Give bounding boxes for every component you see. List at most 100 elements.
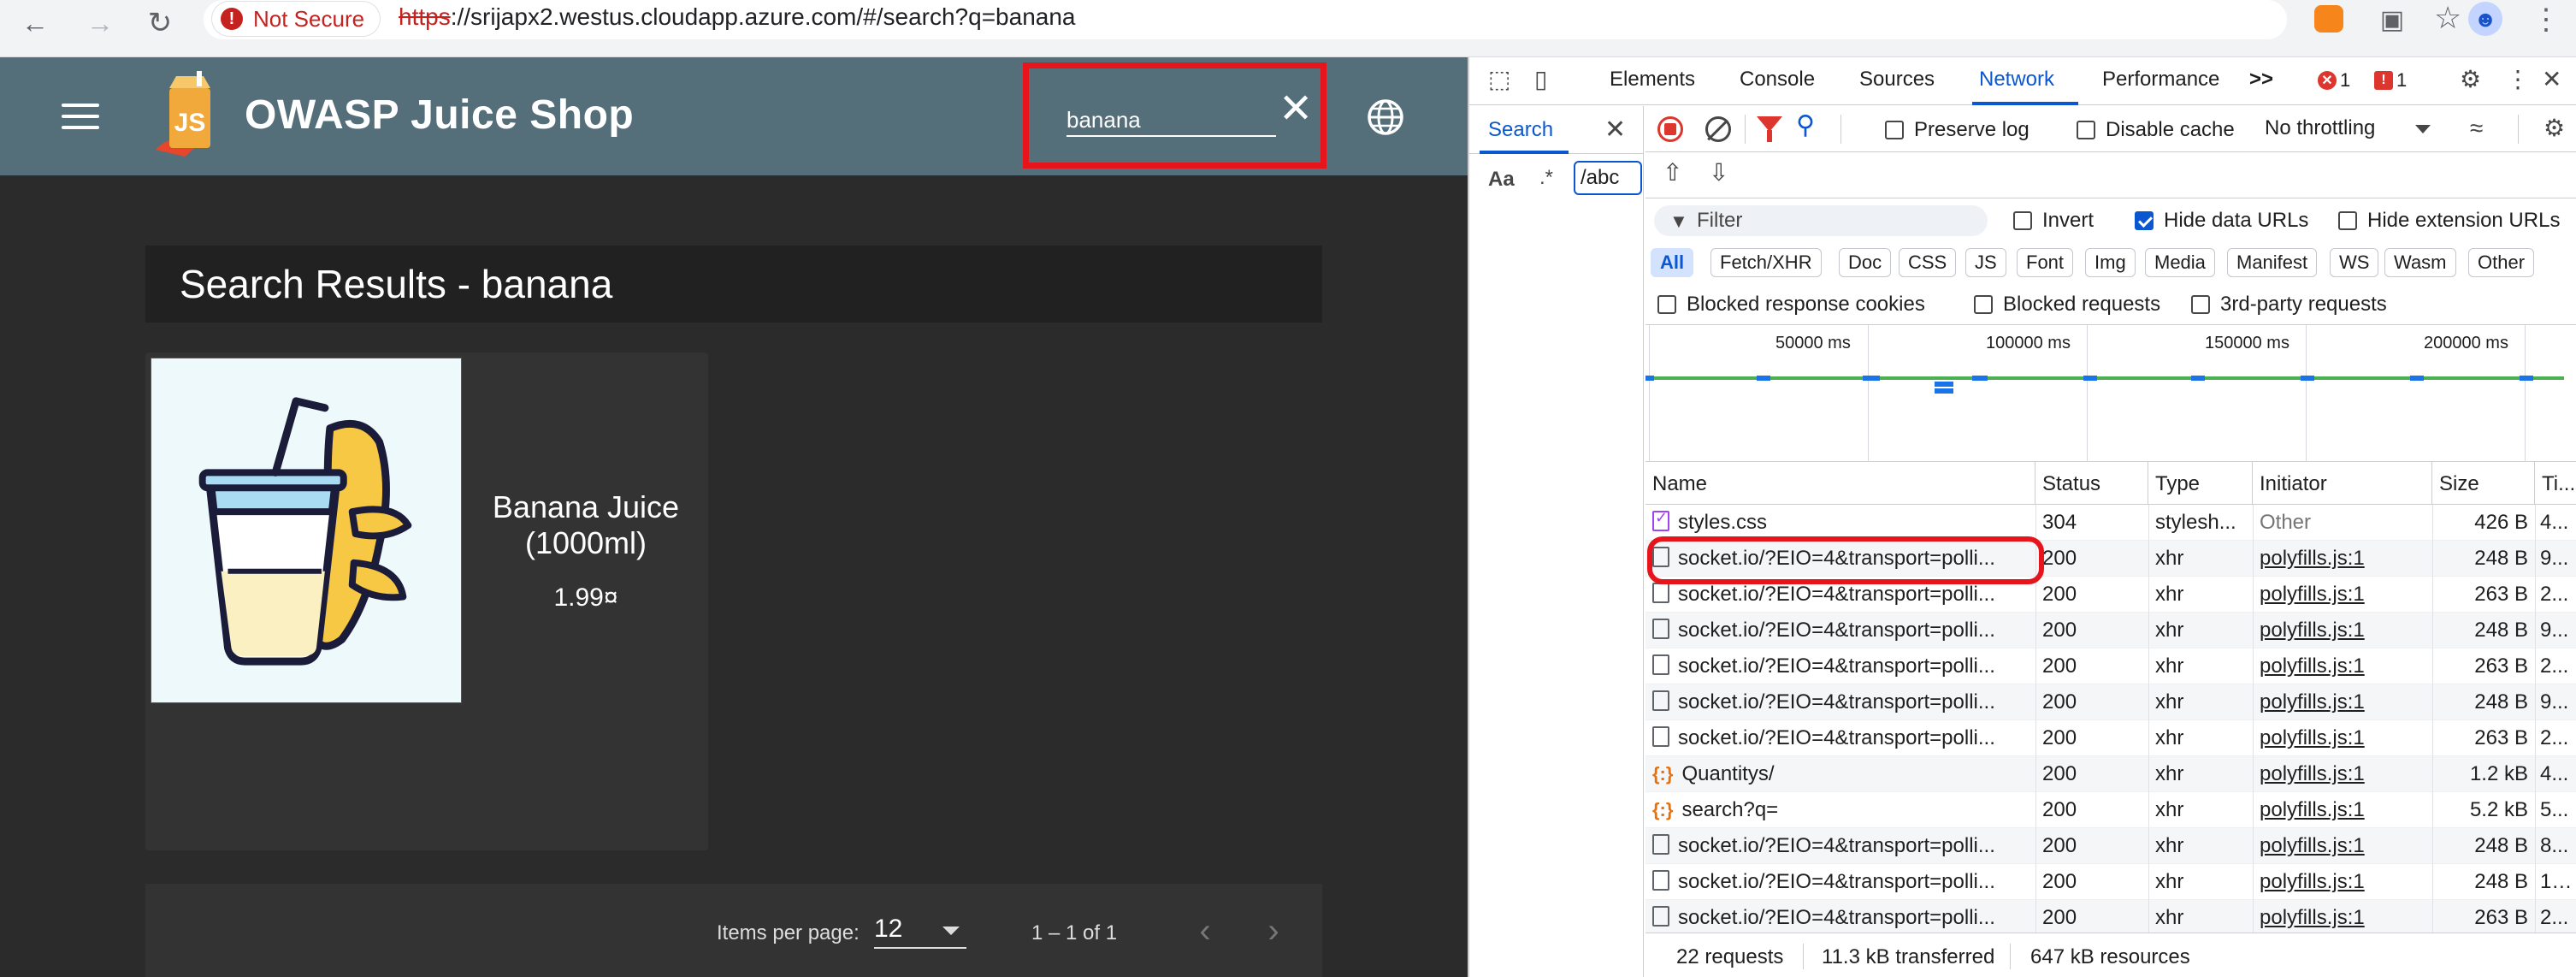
third-party-requests-checkbox[interactable]: 3rd-party requests — [2191, 293, 2387, 317]
next-page-icon[interactable]: › — [1252, 909, 1295, 952]
network-conditions-icon[interactable]: ≈ — [2470, 116, 2483, 140]
table-row[interactable]: {:} search?q= 200 xhr polyfills.js:1 5.2 kB 5.… — [1645, 792, 2576, 828]
product-search-input[interactable] — [1066, 104, 1276, 137]
blocked-response-cookies-checkbox[interactable]: Blocked response cookies — [1657, 293, 1925, 317]
previous-page-icon[interactable]: ‹ — [1184, 909, 1226, 952]
cell-initiator[interactable]: polyfills.js:1 — [2260, 798, 2427, 822]
invert-checkbox[interactable]: Invert — [2013, 209, 2094, 233]
tab-elements[interactable]: Elements — [1610, 68, 1695, 92]
menu-icon[interactable] — [62, 104, 99, 129]
checkbox-box-checked[interactable] — [2135, 211, 2154, 230]
clear-log-icon[interactable] — [1705, 116, 1731, 142]
hide-extension-urls-checkbox[interactable]: Hide extension URLs — [2338, 209, 2560, 233]
table-row[interactable]: {:} Quantitys/200 xhr polyfills.js:1 1.2 kB 4… — [1645, 756, 2576, 792]
settings-gear-icon[interactable]: ⚙ — [2460, 68, 2481, 92]
column-header-size[interactable]: Size — [2432, 462, 2535, 505]
stop-recording-icon[interactable] — [1657, 116, 1683, 142]
regex-toggle[interactable]: .* — [1539, 166, 1553, 190]
import-har-icon[interactable]: ⇧ — [1663, 161, 1682, 185]
type-filter-fetch-xhr[interactable]: Fetch/XHR — [1710, 248, 1822, 277]
cell-initiator[interactable]: polyfills.js:1 — [2260, 906, 2427, 930]
product-name[interactable]: Banana Juice (1000ml) — [470, 489, 701, 561]
blocked-requests-checkbox[interactable]: Blocked requests — [1974, 293, 2160, 317]
column-header-name[interactable]: Name — [1645, 462, 2035, 505]
checkbox-box[interactable] — [2013, 211, 2032, 230]
search-panel-tab[interactable]: Search — [1488, 118, 1553, 142]
preserve-log-checkbox[interactable]: Preserve log — [1885, 118, 2029, 142]
cell-name[interactable]: socket.io/?EIO=4&transport=polli... — [1652, 726, 2029, 750]
checkbox-box[interactable] — [2338, 211, 2357, 230]
profile-avatar-icon[interactable]: ☻ — [2468, 2, 2502, 36]
column-header-time[interactable]: Ti... — [2535, 462, 2576, 505]
cell-initiator[interactable]: polyfills.js:1 — [2260, 762, 2427, 786]
device-toolbar-icon[interactable]: ▯ — [1534, 68, 1547, 92]
search-icon[interactable]: ⚲ — [1796, 113, 1815, 139]
disable-cache-checkbox[interactable]: Disable cache — [2077, 118, 2235, 142]
cell-name[interactable]: socket.io/?EIO=4&transport=polli... — [1652, 583, 2029, 607]
cell-name[interactable]: socket.io/?EIO=4&transport=polli... — [1652, 834, 2029, 858]
back-icon[interactable]: ← — [15, 3, 55, 43]
type-filter-manifest[interactable]: Manifest — [2227, 248, 2318, 277]
tab-console[interactable]: Console — [1740, 68, 1815, 92]
column-header-status[interactable]: Status — [2035, 462, 2148, 505]
cell-initiator[interactable]: polyfills.js:1 — [2260, 583, 2427, 607]
table-row[interactable]: socket.io/?EIO=4&transport=polli... 200 xh… — [1645, 613, 2576, 648]
filter-funnel-icon[interactable] — [1757, 116, 1782, 142]
bookmark-star-icon[interactable]: ☆ — [2434, 0, 2461, 36]
extensions-puzzle-icon[interactable]: ▣ — [2374, 2, 2410, 38]
type-filter-js[interactable]: JS — [1965, 248, 2006, 277]
cell-initiator[interactable]: polyfills.js:1 — [2260, 870, 2427, 894]
inspect-element-icon[interactable]: ⬚ — [1488, 68, 1510, 92]
type-filter-other[interactable]: Other — [2468, 248, 2535, 277]
cell-initiator[interactable]: polyfills.js:1 — [2260, 690, 2427, 714]
checkbox-box[interactable] — [2077, 121, 2095, 139]
type-filter-wasm[interactable]: Wasm — [2384, 248, 2456, 277]
hide-data-urls-checkbox[interactable]: Hide data URLs — [2135, 209, 2308, 233]
not-secure-chip[interactable]: ! Not Secure — [212, 2, 381, 36]
close-icon[interactable]: ✕ — [1279, 89, 1313, 130]
metamask-extension-icon[interactable] — [2314, 5, 2343, 33]
table-row[interactable]: socket.io/?EIO=4&transport=polli... 200 xh… — [1645, 720, 2576, 756]
items-per-page-select[interactable]: 12 — [874, 915, 966, 949]
url-text[interactable]: https://srijapx2.westus.cloudapp.azure.c… — [399, 3, 1075, 31]
cell-initiator[interactable]: polyfills.js:1 — [2260, 834, 2427, 858]
column-header-type[interactable]: Type — [2148, 462, 2253, 505]
network-overview-timeline[interactable]: 50000 ms 100000 ms 150000 ms 200000 ms — [1645, 325, 2576, 462]
browser-menu-icon[interactable]: ⋮ — [2528, 2, 2564, 38]
tab-sources[interactable]: Sources — [1859, 68, 1935, 92]
type-filter-media[interactable]: Media — [2145, 248, 2215, 277]
match-case-toggle[interactable]: Aa — [1488, 168, 1515, 192]
column-header-initiator[interactable]: Initiator — [2253, 462, 2432, 505]
type-filter-doc[interactable]: Doc — [1839, 248, 1892, 277]
more-options-icon[interactable]: ⋮ — [2506, 68, 2530, 92]
type-filter-css[interactable]: CSS — [1899, 248, 1957, 277]
type-filter-img[interactable]: Img — [2085, 248, 2136, 277]
cell-name[interactable]: {:} search?q= — [1652, 798, 2029, 822]
table-row[interactable]: socket.io/?EIO=4&transport=polli... 200 xh… — [1645, 684, 2576, 720]
table-row[interactable]: styles.css 304 stylesh... Other 426 B 4... — [1645, 505, 2576, 541]
issue-count-badge[interactable]: ! 1 — [2374, 69, 2407, 92]
type-filter-all[interactable]: All — [1651, 248, 1694, 277]
product-card[interactable]: Banana Juice (1000ml) 1.99¤ — [145, 352, 708, 850]
tab-network[interactable]: Network — [1979, 68, 2054, 92]
address-bar[interactable]: ! Not Secure https://srijapx2.westus.clo… — [204, 0, 2461, 39]
checkbox-box[interactable] — [1885, 121, 1904, 139]
juice-shop-logo[interactable]: JS — [147, 71, 233, 162]
checkbox-box[interactable] — [1657, 295, 1676, 314]
close-icon[interactable]: ✕ — [1604, 115, 1626, 145]
export-har-icon[interactable]: ⇩ — [1709, 161, 1728, 185]
cell-initiator[interactable]: polyfills.js:1 — [2260, 547, 2427, 571]
cell-initiator[interactable]: polyfills.js:1 — [2260, 654, 2427, 678]
product-image[interactable] — [151, 358, 462, 703]
checkbox-box[interactable] — [1974, 295, 1993, 314]
cell-name[interactable]: socket.io/?EIO=4&transport=polli... — [1652, 906, 2029, 930]
devtools-search-input[interactable]: /abc — [1574, 161, 1642, 195]
language-globe-icon[interactable] — [1367, 98, 1404, 136]
tab-performance[interactable]: Performance — [2102, 68, 2219, 92]
cell-name[interactable]: socket.io/?EIO=4&transport=polli... — [1652, 690, 2029, 714]
error-count-badge[interactable]: ✕ 1 — [2318, 69, 2350, 92]
more-tabs-icon[interactable]: >> — [2249, 68, 2273, 92]
cell-initiator[interactable]: polyfills.js:1 — [2260, 619, 2427, 642]
network-settings-gear-icon[interactable]: ⚙ — [2544, 116, 2565, 140]
cell-initiator[interactable]: polyfills.js:1 — [2260, 726, 2427, 750]
